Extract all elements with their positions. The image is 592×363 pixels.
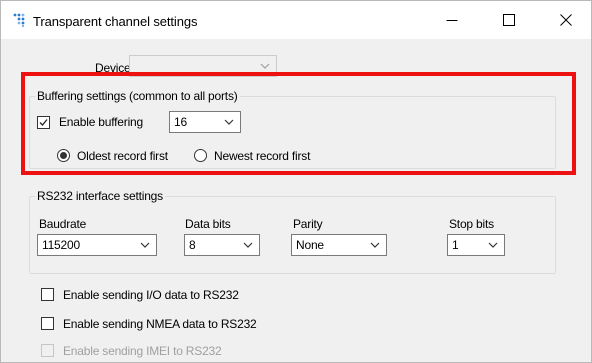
window-title: Transparent channel settings [33,14,198,29]
stop-bits-label: Stop bits [449,217,494,231]
send-imei-checkbox[interactable] [41,344,54,357]
chevron-down-icon [243,242,253,248]
minimize-button[interactable] [430,1,474,39]
parity-value: None [296,238,324,252]
data-bits-label: Data bits [185,217,231,231]
chevron-down-icon [488,242,498,248]
send-io-label: Enable sending I/O data to RS232 [63,288,239,302]
dialog-window: Transparent channel settings Device Buff… [0,0,592,363]
parity-select[interactable]: None [291,234,387,256]
baudrate-select[interactable]: 115200 [37,234,157,256]
baudrate-value: 115200 [42,238,80,252]
chevron-down-icon [260,63,270,69]
parity-label: Parity [293,217,323,231]
data-bits-value: 8 [189,238,196,252]
send-nmea-checkbox[interactable] [41,317,54,330]
stop-bits-value: 1 [452,238,459,252]
maximize-button[interactable] [487,1,531,39]
close-button[interactable] [544,1,588,39]
send-nmea-label: Enable sending NMEA data to RS232 [63,317,257,331]
rs232-group-title: RS232 interface settings [35,189,165,203]
baudrate-label: Baudrate [39,217,87,231]
title-bar[interactable]: Transparent channel settings [1,1,591,39]
data-bits-select[interactable]: 8 [184,234,260,256]
send-imei-label: Enable sending IMEI to RS232 [63,344,222,358]
maximize-icon [503,14,515,26]
send-io-checkbox[interactable] [41,288,54,301]
minimize-icon [446,20,458,21]
highlight-frame [21,72,576,175]
chevron-down-icon [370,242,380,248]
close-icon [560,14,572,26]
chevron-down-icon [140,242,150,248]
app-dots-icon [13,13,27,28]
stop-bits-select[interactable]: 1 [447,234,505,256]
